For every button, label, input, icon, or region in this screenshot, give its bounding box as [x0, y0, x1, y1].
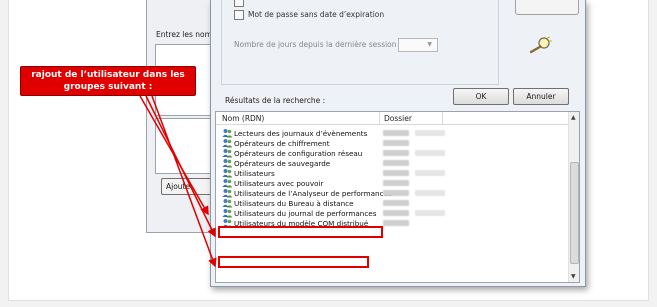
list-item-name: Opérateurs de configuration réseau — [234, 149, 363, 158]
stop-button[interactable] — [515, 0, 579, 15]
folder-value-blurred — [383, 190, 409, 196]
group-users-icon — [222, 128, 233, 138]
search-dialog: Mot de passe sans date d’expiration Nomb… — [210, 0, 586, 287]
extra-value-blurred — [415, 210, 445, 216]
enter-names-label: Entrez les noms — [156, 30, 216, 39]
list-item[interactable]: Utilisateurs avec pouvoir — [216, 178, 568, 188]
group-users-icon — [222, 208, 233, 218]
magnifier-icon — [529, 36, 552, 54]
results-list[interactable]: Nom (RDN) Dossier Lecteurs des journaux … — [215, 111, 580, 283]
highlight-box-perf-analyzer — [218, 226, 383, 238]
scroll-down-icon[interactable]: ▼ — [571, 273, 576, 280]
days-since-session-label: Nombre de jours depuis la dernière sessi… — [234, 40, 402, 49]
background-select-users-window: Entrez les noms Ajoute — [146, 0, 224, 233]
list-item[interactable]: Utilisateurs de l’Analyseur de performan… — [216, 188, 568, 198]
extra-value-blurred — [415, 190, 445, 196]
extra-value-blurred — [415, 130, 445, 136]
folder-value-blurred — [383, 150, 409, 156]
results-label: Résultats de la recherche : — [225, 96, 326, 105]
results-header: Nom (RDN) Dossier — [216, 112, 568, 125]
list-item[interactable]: Utilisateurs du journal de performances — [216, 208, 568, 218]
folder-value-blurred — [383, 200, 409, 206]
folder-value-blurred — [383, 170, 409, 176]
list-item-name: Utilisateurs du journal de performances — [234, 209, 377, 218]
ok-button[interactable]: OK — [453, 88, 509, 105]
list-item[interactable]: Opérateurs de configuration réseau — [216, 148, 568, 158]
list-item[interactable]: Utilisateurs — [216, 168, 568, 178]
folder-value-blurred — [383, 130, 409, 136]
folder-value-blurred — [383, 160, 409, 166]
list-item-name: Utilisateurs du Bureau à distance — [234, 199, 354, 208]
group-users-icon — [222, 188, 233, 198]
column-header-name[interactable]: Nom (RDN) — [222, 114, 264, 123]
list-item[interactable]: Lecteurs des journaux d’évènements — [216, 128, 568, 138]
folder-value-blurred — [383, 210, 409, 216]
list-item-name: Utilisateurs de l’Analyseur de performan… — [234, 189, 392, 198]
column-header-folder[interactable]: Dossier — [384, 114, 412, 123]
chevron-down-icon: ▼ — [427, 41, 432, 48]
list-item-name: Utilisateurs avec pouvoir — [234, 179, 324, 188]
folder-value-blurred — [383, 140, 409, 146]
list-item[interactable]: Opérateurs de chiffrement — [216, 138, 568, 148]
no-expiry-label: Mot de passe sans date d’expiration — [248, 10, 385, 19]
group-users-icon — [222, 158, 233, 168]
list-item-name: Lecteurs des journaux d’évènements — [234, 129, 368, 138]
highlight-box-dcom — [218, 256, 369, 268]
list-item-name: Opérateurs de chiffrement — [234, 139, 330, 148]
group-users-icon — [222, 178, 233, 188]
checkbox-top[interactable] — [234, 0, 244, 7]
list-item-name: Utilisateurs — [234, 169, 275, 178]
scroll-up-icon[interactable]: ▲ — [571, 114, 576, 121]
scrollbar-thumb[interactable] — [570, 162, 579, 264]
folder-value-blurred — [383, 180, 409, 186]
extra-value-blurred — [415, 170, 445, 176]
extra-value-blurred — [415, 150, 445, 156]
group-users-icon — [222, 148, 233, 158]
cancel-button[interactable]: Annuler — [513, 88, 569, 105]
group-users-icon — [222, 138, 233, 148]
group-users-icon — [222, 168, 233, 178]
annotation-callout: rajout de l’utilisateur dans les groupes… — [20, 66, 196, 96]
common-queries-group: Mot de passe sans date d’expiration Nomb… — [221, 0, 499, 85]
folder-value-blurred — [383, 220, 409, 226]
no-expiry-checkbox[interactable] — [234, 10, 244, 20]
results-scrollbar[interactable]: ▲ ▼ — [568, 112, 579, 282]
group-users-icon — [222, 198, 233, 208]
list-item-name: Opérateurs de sauvegarde — [234, 159, 331, 168]
days-since-session-select[interactable]: ▼ — [398, 38, 438, 52]
list-item[interactable]: Opérateurs de sauvegarde — [216, 158, 568, 168]
list-item[interactable]: Utilisateurs du Bureau à distance — [216, 198, 568, 208]
